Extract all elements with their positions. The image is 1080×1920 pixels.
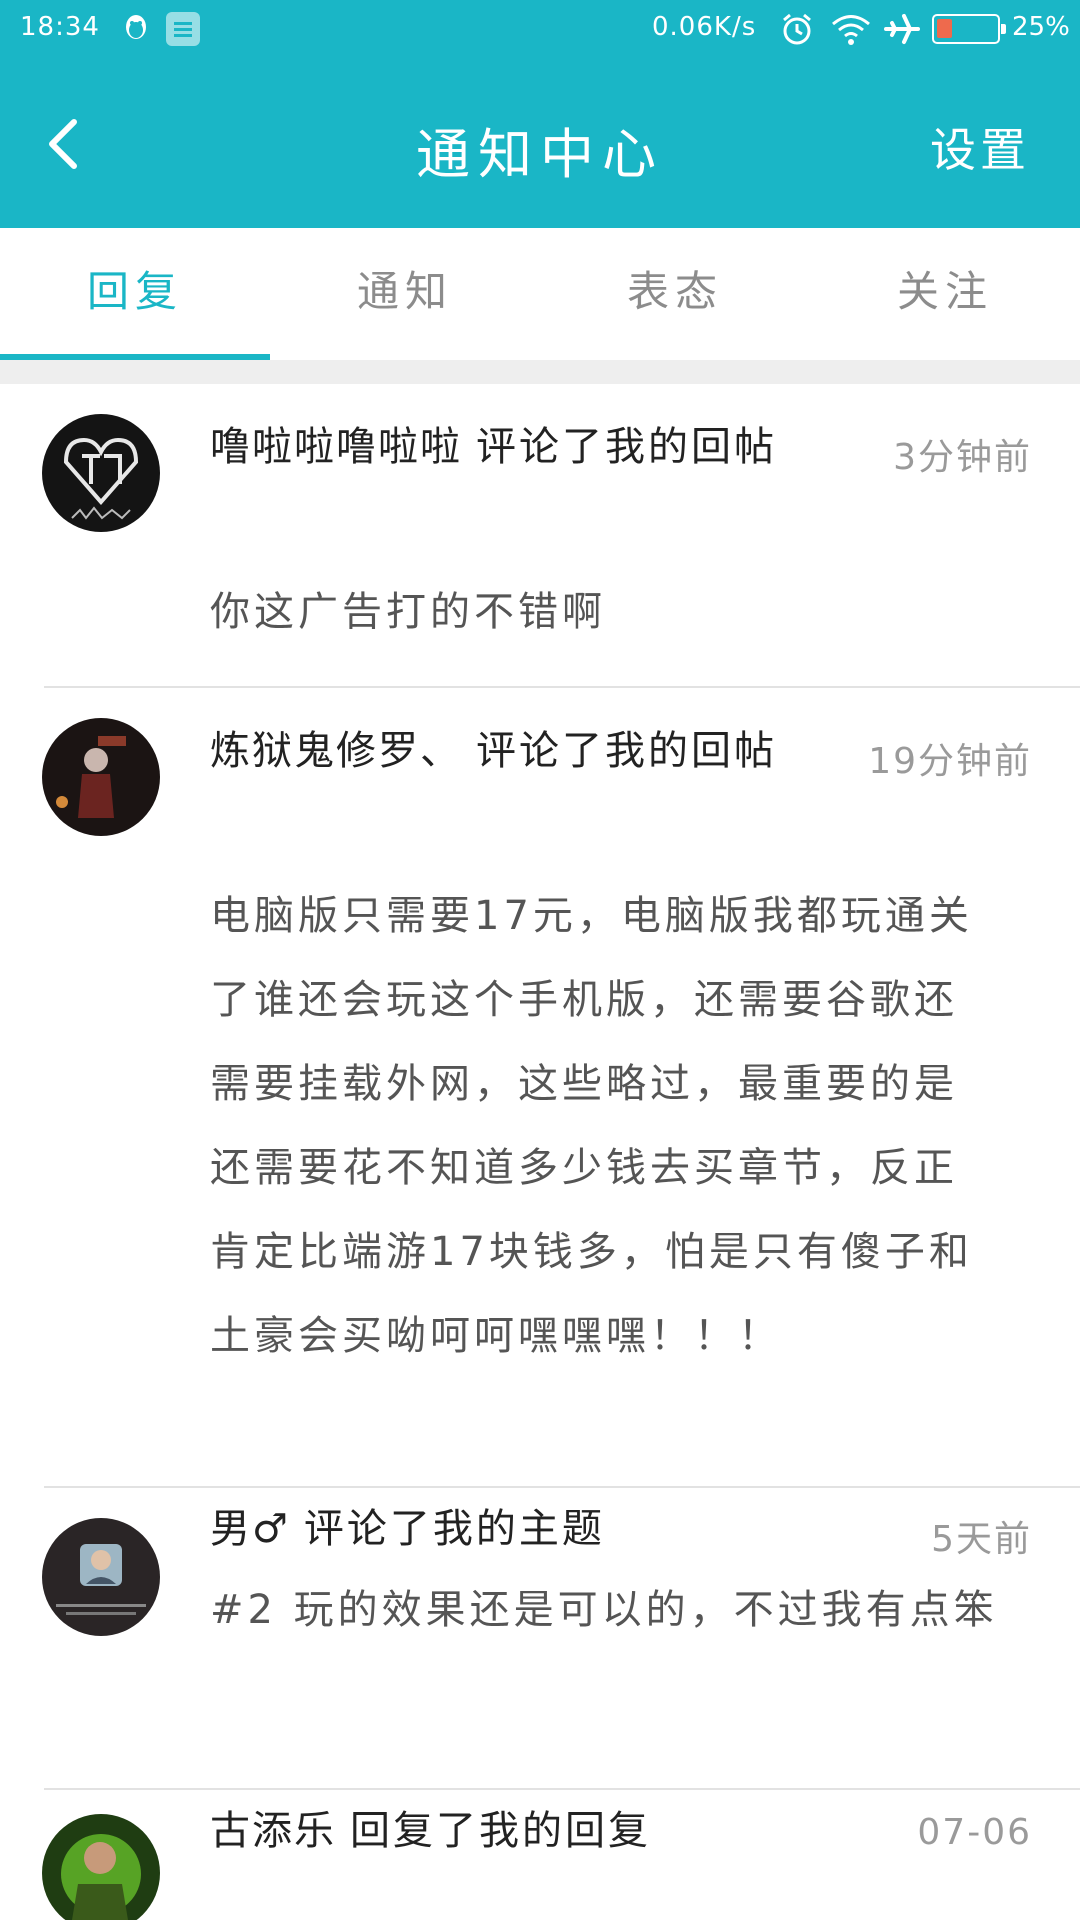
notification-title: 炼狱鬼修罗、 评论了我的回帖 [210,710,830,792]
action-text: 评论了我的回帖 [476,424,777,470]
status-time: 18:34 [20,12,100,42]
avatar[interactable] [42,1518,160,1636]
battery-icon [932,14,1006,44]
comment-content: 电脑版只需要17元，电脑版我都玩通关了谁还会玩这个手机版，还需要谷歌还需要挂载外… [210,893,973,1359]
settings-button[interactable]: 设置 [930,114,1030,180]
username[interactable]: 古添乐 [210,1808,336,1854]
list-item[interactable]: 炼狱鬼修罗、 评论了我的回帖 19分钟前 电脑版只需要17元，电脑版我都玩通关了谁… [0,688,1080,1488]
action-text: 回复了我的回复 [350,1808,651,1854]
timestamp: 3分钟前 [893,437,1032,478]
qq-icon [122,12,150,44]
status-bar: 18:34 0.06K/s 25% [0,0,1080,58]
wifi-icon [830,12,872,46]
battery-percent: 25% [1012,12,1070,42]
list-item[interactable]: 男♂ 评论了我的主题 5天前 #2 玩的效果还是可以的，不过我有点笨 [0,1488,1080,1790]
list-item[interactable]: 古添乐 回复了我的回复 07-06 [0,1790,1080,1920]
avatar[interactable] [42,1814,160,1920]
notification-title: 男♂ 评论了我的主题 [210,1488,830,1570]
action-text: 评论了我的主题 [303,1506,605,1552]
page-title: 通知中心 [416,123,664,186]
avatar[interactable] [42,718,160,836]
app-header: 通知中心 设置 [0,58,1080,228]
avatar[interactable] [42,414,160,532]
username[interactable]: 噜啦啦噜啦啦 [210,424,462,470]
username[interactable]: 男♂ [210,1506,290,1552]
notification-title: 古添乐 回复了我的回复 [210,1790,830,1872]
notification-title: 噜啦啦噜啦啦 评论了我的回帖 [210,406,830,488]
username[interactable]: 炼狱鬼修罗、 [210,728,462,774]
comment-content: 你这广告打的不错啊 [210,589,606,635]
alarm-icon [780,12,814,46]
airplane-icon [884,12,920,46]
battery-level [937,19,952,38]
message-icon [166,12,200,46]
tab-bar: 回复 通知 表态 关注 [0,228,1080,358]
notification-list: 噜啦啦噜啦啦 评论了我的回帖 3分钟前 你这广告打的不错啊 炼狱鬼修罗、 评论了我的… [0,384,1080,1920]
timestamp: 5天前 [931,1519,1032,1560]
network-speed: 0.06K/s [652,12,757,42]
list-item[interactable]: 噜啦啦噜啦啦 评论了我的回帖 3分钟前 你这广告打的不错啊 [0,384,1080,688]
action-text: 评论了我的回帖 [476,728,777,774]
section-gap [0,360,1080,384]
tab-replies[interactable]: 回复 [0,228,270,358]
comment-content: #2 玩的效果还是可以的，不过我有点笨 [210,1587,998,1633]
timestamp: 19分钟前 [868,741,1032,782]
timestamp: 07-06 [917,1812,1032,1853]
tab-reactions[interactable]: 表态 [540,228,810,358]
tab-follows[interactable]: 关注 [810,228,1080,358]
tab-notices[interactable]: 通知 [270,228,540,358]
